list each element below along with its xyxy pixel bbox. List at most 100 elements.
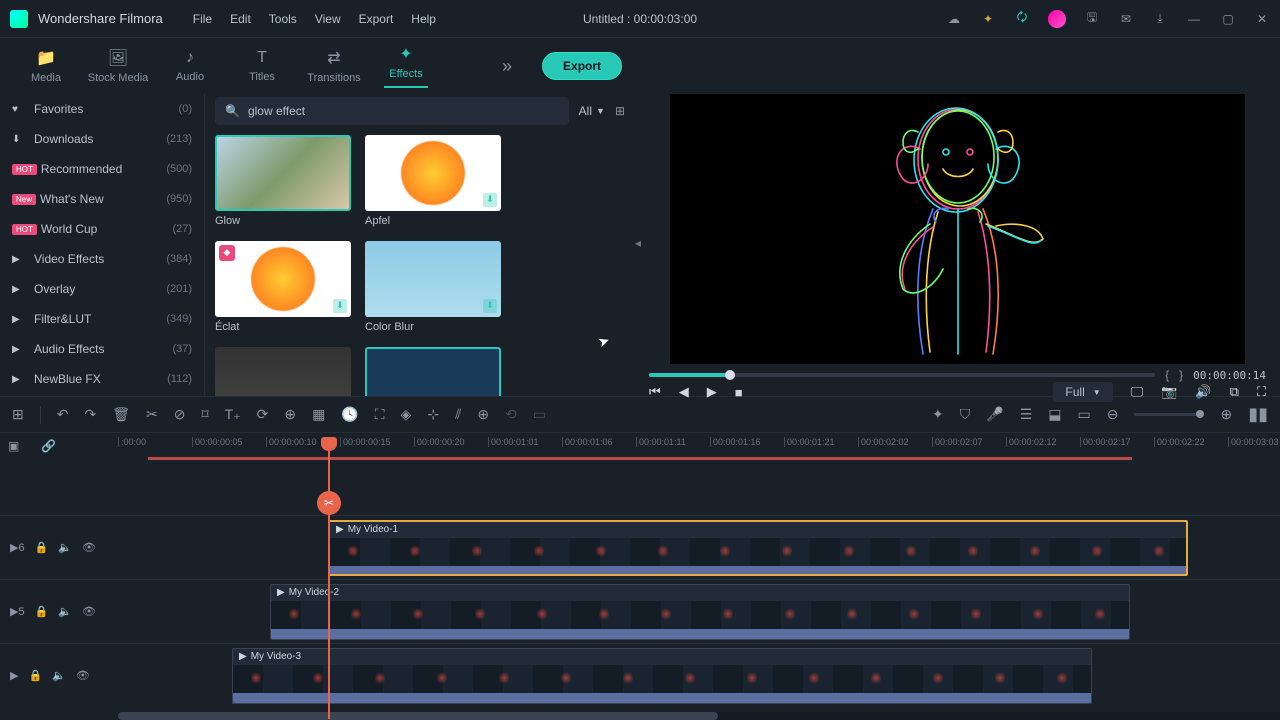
maximize-icon[interactable]: ▢: [1220, 11, 1236, 27]
effect-thumb[interactable]: Glow: [215, 135, 351, 227]
playhead-handle[interactable]: [321, 437, 337, 451]
pip-icon[interactable]: ⧉: [1230, 384, 1239, 400]
visibility-icon[interactable]: 👁: [82, 541, 96, 554]
scrub-track[interactable]: [649, 373, 1155, 377]
mic-icon[interactable]: 🎤: [986, 406, 1003, 423]
clock-icon[interactable]: 🕓: [341, 406, 358, 423]
visibility-icon[interactable]: 👁: [82, 605, 96, 618]
sparkle-icon[interactable]: ✦: [932, 406, 944, 423]
lock-icon[interactable]: 🔒: [35, 541, 49, 554]
marker-tool-icon[interactable]: ▣: [8, 439, 19, 453]
grid-view-icon[interactable]: ⊞: [615, 104, 625, 118]
speed-icon[interactable]: ⊕: [284, 406, 296, 423]
search-box[interactable]: 🔍: [215, 97, 569, 125]
sync-icon[interactable]: ⟲: [505, 406, 517, 423]
cloud-icon[interactable]: ☁: [946, 11, 962, 27]
mark-out-icon[interactable]: }: [1179, 368, 1183, 382]
globe-icon[interactable]: ⊕: [477, 406, 489, 423]
layer-icon[interactable]: ▦: [312, 406, 325, 423]
scrub-thumb[interactable]: [725, 370, 735, 380]
clip[interactable]: ▶My Video-2: [270, 584, 1130, 640]
adjust-icon[interactable]: ⊹: [427, 406, 439, 423]
effect-thumb[interactable]: ⬇Apfel: [365, 135, 501, 227]
display-icon[interactable]: 🖵: [1131, 384, 1144, 400]
ruler[interactable]: :00:0000:00:00:0500:00:00:1000:00:00:150…: [118, 437, 1280, 447]
play-back-icon[interactable]: ◀: [679, 384, 689, 400]
menu-edit[interactable]: Edit: [230, 12, 251, 26]
export-button[interactable]: Export: [542, 52, 622, 80]
stop-icon[interactable]: ■: [735, 385, 743, 400]
scrollbar-thumb[interactable]: [118, 712, 718, 720]
minimize-icon[interactable]: —: [1186, 11, 1202, 27]
lock-icon[interactable]: 🔒: [35, 605, 49, 618]
mark-in-icon[interactable]: {: [1165, 368, 1169, 382]
grid-settings-icon[interactable]: ⊞: [12, 406, 24, 423]
effect-thumb[interactable]: [215, 347, 351, 396]
effect-thumb[interactable]: ⬇Color Blur: [365, 241, 501, 333]
menu-tools[interactable]: Tools: [269, 12, 297, 26]
sidebar-item-world-cup[interactable]: HOTWorld Cup(27): [0, 214, 204, 244]
fullscreen-icon[interactable]: ⛶: [1257, 384, 1266, 400]
mute-icon[interactable]: 🔈: [52, 669, 66, 682]
sidebar-item-overlay[interactable]: ▶Overlay(201): [0, 274, 204, 304]
sidebar-item-downloads[interactable]: ⬇Downloads(213): [0, 124, 204, 154]
effect-thumb[interactable]: [365, 347, 501, 396]
sidebar-item-favorites[interactable]: ♥Favorites(0): [0, 94, 204, 124]
cut-icon[interactable]: ✂: [146, 406, 158, 423]
list-icon[interactable]: ☰: [1020, 406, 1033, 423]
audio-tool-icon[interactable]: ⫽: [455, 406, 461, 423]
volume-icon[interactable]: 🔊: [1195, 384, 1211, 400]
filter-dropdown[interactable]: All ▼: [579, 104, 605, 118]
visibility-icon[interactable]: 👁: [76, 669, 90, 682]
zoom-in-icon[interactable]: ⊕: [1220, 406, 1232, 423]
rotate-icon[interactable]: ⟳: [257, 406, 269, 423]
tab-audio[interactable]: ♪Audio: [154, 49, 226, 83]
undo-icon[interactable]: ↶: [57, 406, 69, 423]
playhead[interactable]: ✂: [328, 439, 330, 719]
preview-canvas[interactable]: [670, 94, 1245, 364]
range-bar[interactable]: [148, 457, 1132, 460]
clip[interactable]: ▶My Video-3: [232, 648, 1092, 704]
menu-file[interactable]: File: [193, 12, 212, 26]
sidebar-item-newblue-fx[interactable]: ▶NewBlue FX(112): [0, 364, 204, 394]
quality-dropdown[interactable]: Full ▼: [1053, 382, 1112, 402]
zoom-slider[interactable]: [1134, 413, 1204, 416]
menu-export[interactable]: Export: [359, 12, 394, 26]
play-icon[interactable]: ▶: [707, 384, 717, 400]
track-content[interactable]: ▶My Video-1: [118, 520, 1280, 576]
save-icon[interactable]: 🖫: [1084, 11, 1100, 27]
snapshot-icon[interactable]: 📷: [1161, 384, 1177, 400]
expand-icon[interactable]: ⛶: [375, 406, 385, 423]
horizontal-scrollbar[interactable]: [118, 712, 1280, 720]
redo-icon[interactable]: ↷: [84, 406, 96, 423]
close-icon[interactable]: ✕: [1254, 11, 1270, 27]
step-back-icon[interactable]: ⏮: [649, 384, 661, 400]
delete-icon[interactable]: 🗑: [112, 406, 130, 423]
tab-stock-media[interactable]: 🖼Stock Media: [82, 48, 154, 84]
effect-thumb[interactable]: ◆⬇Éclat: [215, 241, 351, 333]
track-toggle-icon[interactable]: ▶6: [10, 541, 25, 554]
subtitle-icon[interactable]: ▭: [1077, 406, 1090, 423]
track-toggle-icon[interactable]: ▶5: [10, 605, 25, 618]
avatar[interactable]: [1048, 10, 1066, 28]
download-icon[interactable]: ⤓: [1152, 11, 1168, 27]
track-content[interactable]: ▶My Video-3: [118, 648, 1280, 704]
expand-tabs-icon[interactable]: »: [502, 56, 512, 77]
mute-icon[interactable]: 🔈: [58, 605, 72, 618]
chip-icon[interactable]: ⬓: [1048, 406, 1061, 423]
fit-icon[interactable]: ▮▮: [1248, 404, 1268, 425]
paint-icon[interactable]: ◈: [401, 406, 412, 423]
text-icon[interactable]: T₊: [225, 406, 241, 423]
menu-help[interactable]: Help: [411, 12, 436, 26]
tab-transitions[interactable]: ⇄Transitions: [298, 48, 370, 84]
sidebar-item-filter-lut[interactable]: ▶Filter&LUT(349): [0, 304, 204, 334]
tab-media[interactable]: 📁Media: [10, 48, 82, 84]
device-icon[interactable]: ▭: [533, 406, 546, 423]
sidebar-item-video-effects[interactable]: ▶Video Effects(384): [0, 244, 204, 274]
sidebar-item-recommended[interactable]: HOTRecommended(500): [0, 154, 204, 184]
tab-effects[interactable]: ✦Effects: [370, 44, 442, 88]
headset-icon[interactable]: 🗘: [1014, 11, 1030, 27]
zoom-thumb[interactable]: [1196, 410, 1204, 418]
scissors-icon[interactable]: ✂: [317, 491, 341, 515]
crop-icon[interactable]: ⌑: [201, 406, 208, 423]
